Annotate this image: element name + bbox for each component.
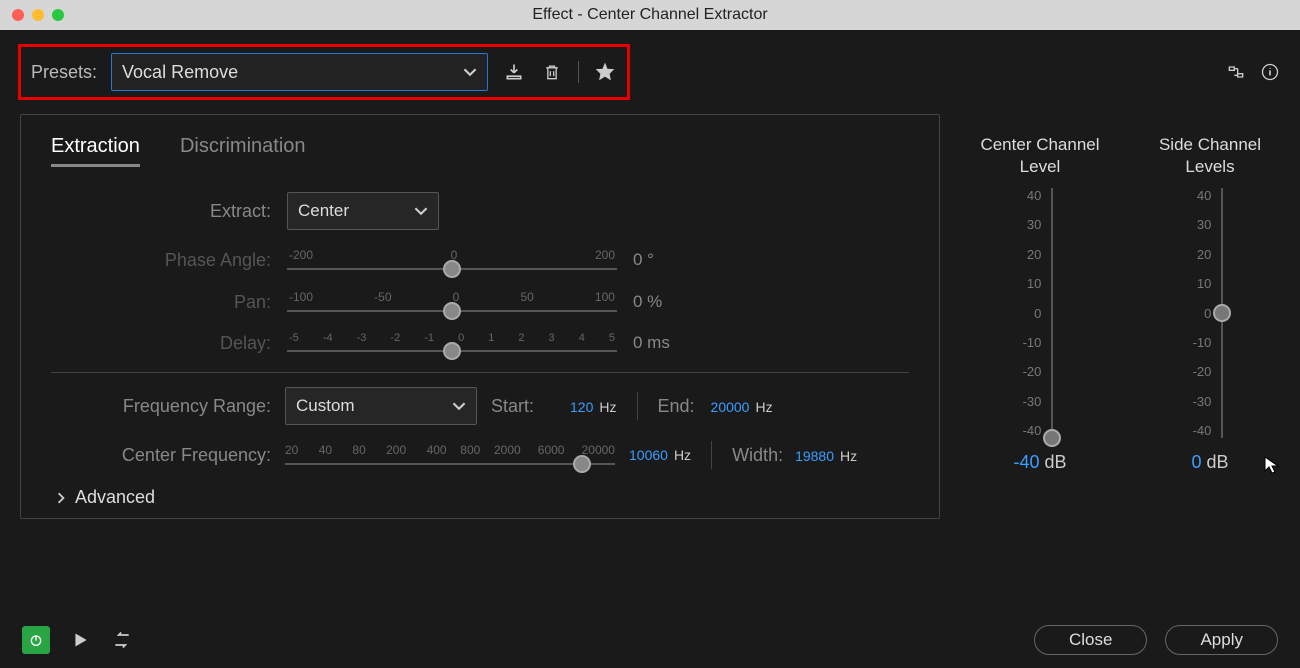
side-level-title: Side Channel Levels (1140, 134, 1280, 178)
preset-select[interactable]: Vocal Remove (111, 53, 488, 91)
pan-label: Pan: (51, 292, 271, 313)
center-level-slider[interactable]: 403020100-10-20-30-40 (1023, 188, 1058, 438)
side-level-thumb[interactable] (1213, 304, 1231, 322)
play-icon (70, 630, 90, 650)
extract-label: Extract: (51, 201, 271, 222)
routing-button[interactable] (1224, 60, 1248, 84)
cf-slider[interactable]: 2040802004008002000600020000 (285, 443, 615, 467)
close-button[interactable]: Close (1034, 625, 1147, 655)
routing-icon (1226, 62, 1246, 82)
freq-range-value: Custom (296, 396, 355, 416)
chevron-down-icon (463, 65, 477, 79)
end-unit: Hz (755, 399, 772, 415)
end-label: End: (658, 396, 695, 417)
extract-select[interactable]: Center (287, 192, 439, 230)
center-level-ticks: 403020100-10-20-30-40 (1023, 188, 1042, 438)
save-preset-button[interactable] (502, 60, 526, 84)
divider (637, 392, 638, 420)
tab-discrimination[interactable]: Discrimination (180, 135, 306, 167)
extraction-grid: Extract: Center Phase Angle: -2000200 0 … (51, 192, 909, 354)
window-title: Effect - Center Channel Extractor (0, 6, 1300, 24)
side-level-readout[interactable]: 0 dB (1191, 452, 1228, 473)
pan-thumb[interactable] (443, 302, 461, 320)
divider (578, 61, 579, 83)
advanced-toggle[interactable]: Advanced (51, 487, 909, 508)
divider (51, 372, 909, 373)
apply-button[interactable]: Apply (1165, 625, 1278, 655)
power-icon (28, 632, 44, 648)
power-button[interactable] (22, 626, 50, 654)
delete-preset-button[interactable] (540, 60, 564, 84)
end-value[interactable]: 20000 (711, 399, 750, 415)
freq-range-label: Frequency Range: (51, 396, 271, 417)
center-level-title: Center Channel Level (970, 134, 1110, 178)
phase-thumb[interactable] (443, 260, 461, 278)
cf-label: Center Frequency: (51, 445, 271, 466)
save-icon (504, 62, 524, 82)
body: Extraction Discrimination Extract: Cente… (0, 114, 1300, 519)
favorite-preset-button[interactable] (593, 60, 617, 84)
main-panel: Extraction Discrimination Extract: Cente… (20, 114, 940, 519)
info-button[interactable] (1258, 60, 1282, 84)
tab-extraction[interactable]: Extraction (51, 135, 140, 167)
levels-panel: Center Channel Level 403020100-10-20-30-… (940, 114, 1280, 519)
center-level-readout[interactable]: -40 dB (1013, 452, 1066, 473)
extract-value: Center (298, 201, 349, 221)
side-level-ticks: 403020100-10-20-30-40 (1193, 188, 1212, 438)
play-button[interactable] (68, 628, 92, 652)
cf-ticks: 2040802004008002000600020000 (285, 443, 615, 457)
cursor-icon (1263, 455, 1283, 475)
delay-slider[interactable]: -5-4-3-2-1012345 (287, 332, 617, 354)
delay-label: Delay: (51, 333, 271, 354)
delay-readout[interactable]: 0 ms (633, 333, 909, 353)
center-level-column: Center Channel Level 403020100-10-20-30-… (970, 134, 1110, 519)
side-level-slider[interactable]: 403020100-10-20-30-40 (1193, 188, 1228, 438)
preset-value: Vocal Remove (122, 62, 238, 83)
width-label: Width: (732, 445, 783, 466)
cf-value[interactable]: 10060 (629, 447, 668, 463)
delay-thumb[interactable] (443, 342, 461, 360)
trash-icon (542, 62, 562, 82)
presets-highlight: Presets: Vocal Remove (18, 44, 630, 100)
cf-unit: Hz (674, 447, 691, 463)
presets-row: Presets: Vocal Remove (0, 30, 1300, 114)
tabs: Extraction Discrimination (51, 135, 909, 167)
center-level-thumb[interactable] (1043, 429, 1061, 447)
title-bar: Effect - Center Channel Extractor (0, 0, 1300, 30)
advanced-label: Advanced (75, 487, 155, 508)
width-value[interactable]: 19880 (795, 448, 834, 464)
chevron-down-icon (452, 399, 466, 413)
width-unit: Hz (840, 448, 857, 464)
start-label: Start: (491, 396, 534, 417)
phase-label: Phase Angle: (51, 250, 271, 271)
loop-icon (112, 630, 132, 650)
phase-slider[interactable]: -2000200 (287, 248, 617, 272)
info-icon (1260, 62, 1280, 82)
star-icon (595, 62, 615, 82)
pan-readout[interactable]: 0 % (633, 292, 909, 312)
cf-thumb[interactable] (573, 455, 591, 473)
side-level-column: Side Channel Levels 403020100-10-20-30-4… (1140, 134, 1280, 519)
freq-range-select[interactable]: Custom (285, 387, 477, 425)
start-value[interactable]: 120 (570, 399, 593, 415)
chevron-right-icon (55, 492, 67, 504)
footer: Close Apply (0, 612, 1300, 668)
start-unit: Hz (599, 399, 616, 415)
divider (711, 441, 712, 469)
phase-readout[interactable]: 0 ° (633, 250, 909, 270)
presets-label: Presets: (31, 62, 97, 83)
loop-button[interactable] (110, 628, 134, 652)
chevron-down-icon (414, 204, 428, 218)
pan-slider[interactable]: -100-50050100 (287, 290, 617, 314)
